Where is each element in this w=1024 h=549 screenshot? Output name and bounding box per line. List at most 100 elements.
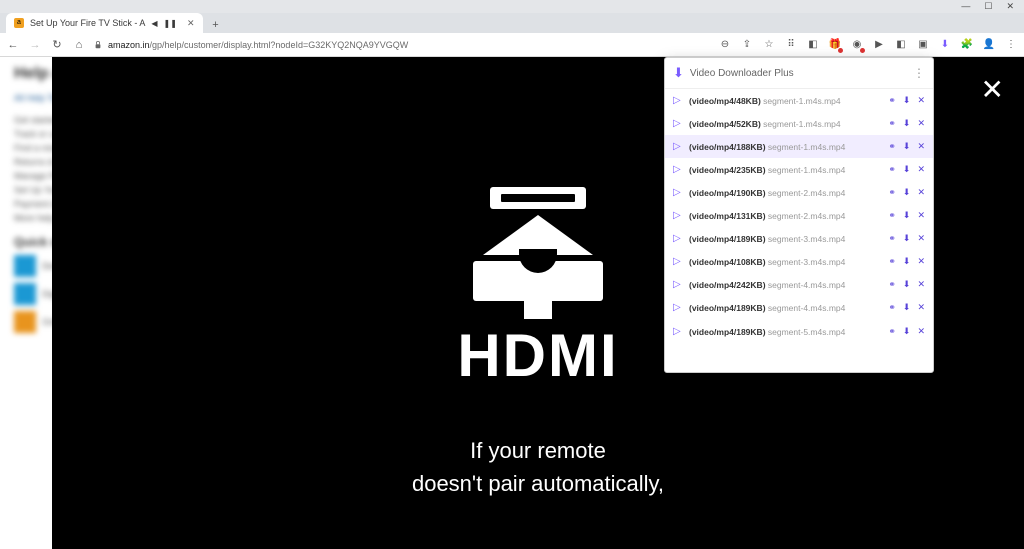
remove-item-button[interactable]: ✕: [917, 118, 925, 129]
remove-item-button[interactable]: ✕: [917, 233, 925, 244]
download-item-info: (video/mp4/189KB) segment-5.m4s.mp4: [689, 327, 882, 337]
zoom-icon[interactable]: ⊖: [718, 38, 732, 52]
play-icon[interactable]: ▷: [673, 256, 683, 267]
download-item-info: (video/mp4/235KB) segment-1.m4s.mp4: [689, 165, 882, 175]
copy-link-button[interactable]: ⚭: [888, 187, 896, 198]
browser-tab[interactable]: a Set Up Your Fire TV Stick - A ◀ ❚❚ ✕: [6, 13, 203, 33]
hdmi-plug-icon: [473, 187, 603, 319]
extensions-icon[interactable]: ⠿: [784, 38, 798, 52]
play-icon[interactable]: ▷: [673, 95, 683, 106]
download-item-info: (video/mp4/189KB) segment-4.m4s.mp4: [689, 303, 882, 313]
forward-button[interactable]: →: [28, 39, 42, 51]
ext-6-icon[interactable]: ▣: [916, 38, 930, 52]
copy-link-button[interactable]: ⚭: [888, 95, 896, 106]
remove-item-button[interactable]: ✕: [917, 279, 925, 290]
download-item[interactable]: ▷ (video/mp4/189KB) segment-4.m4s.mp4 ⚭ ⬇ ✕: [665, 296, 933, 319]
back-button[interactable]: ←: [6, 39, 20, 51]
copy-link-button[interactable]: ⚭: [888, 279, 896, 290]
copy-link-button[interactable]: ⚭: [888, 118, 896, 129]
download-item[interactable]: ▷(video/mp4/188KB) segment-1.m4s.mp4⚭⬇✕: [665, 135, 933, 158]
download-button[interactable]: ⬇: [903, 164, 911, 175]
url-domain: amazon.in: [108, 40, 150, 50]
remove-item-button[interactable]: ✕: [917, 210, 925, 221]
download-button[interactable]: ⬇: [903, 118, 911, 129]
share-icon[interactable]: ⇪: [740, 38, 754, 52]
tab-pause-icon[interactable]: ❚❚: [164, 19, 177, 28]
remove-item-button[interactable]: ✕: [917, 256, 925, 267]
download-button[interactable]: ⬇: [903, 279, 911, 290]
download-button[interactable]: ⬇: [903, 95, 911, 106]
play-icon[interactable]: ▷: [673, 233, 683, 244]
ext-8-icon[interactable]: 🧩: [960, 38, 974, 52]
remove-item-button[interactable]: ✕: [917, 187, 925, 198]
popup-menu-button[interactable]: ⋮: [913, 66, 925, 80]
ext-5-icon[interactable]: ◧: [894, 38, 908, 52]
ext-downloader-icon[interactable]: ⬇: [938, 38, 952, 52]
remove-item-button[interactable]: ✕: [917, 302, 925, 313]
download-button[interactable]: ⬇: [903, 302, 911, 313]
download-item[interactable]: ▷(video/mp4/242KB) segment-4.m4s.mp4⚭⬇✕: [665, 273, 933, 296]
download-item-actions: ⚭ ⬇ ✕: [888, 187, 925, 198]
download-item[interactable]: ▷ (video/mp4/189KB) segment-5.m4s.mp4 ⚭ ⬇ ✕: [665, 319, 933, 343]
remove-item-button[interactable]: ✕: [917, 95, 925, 106]
reload-button[interactable]: ↻: [50, 38, 64, 51]
play-icon[interactable]: ▷: [673, 164, 683, 175]
copy-link-button[interactable]: ⚭: [888, 256, 896, 267]
url-path: /gp/help/customer/display.html?nodeId=G3…: [150, 40, 409, 50]
address-bar[interactable]: amazon.in/gp/help/customer/display.html?…: [94, 40, 710, 50]
copy-link-button[interactable]: ⚭: [888, 326, 896, 337]
bookmark-star-icon[interactable]: ☆: [762, 38, 776, 52]
download-item[interactable]: ▷(video/mp4/189KB) segment-3.m4s.mp4⚭⬇✕: [665, 227, 933, 250]
window-maximize-button[interactable]: ☐: [984, 2, 992, 11]
download-item[interactable]: ▷ (video/mp4/190KB) segment-2.m4s.mp4 ⚭ ⬇ ✕: [665, 181, 933, 204]
download-button[interactable]: ⬇: [903, 187, 911, 198]
copy-link-button[interactable]: ⚭: [888, 302, 896, 313]
tab-close-button[interactable]: ✕: [187, 18, 195, 29]
download-list[interactable]: ▷(video/mp4/48KB) segment-1.m4s.mp4⚭⬇✕▷(…: [665, 89, 933, 372]
download-button[interactable]: ⬇: [903, 326, 911, 337]
window-controls: — ☐ ✕: [961, 0, 1024, 11]
copy-link-button[interactable]: ⚭: [888, 233, 896, 244]
play-icon[interactable]: ▷: [673, 302, 683, 313]
remove-item-button[interactable]: ✕: [917, 141, 925, 152]
download-item[interactable]: ▷(video/mp4/52KB) segment-1.m4s.mp4⚭⬇✕: [665, 112, 933, 135]
download-button[interactable]: ⬇: [903, 233, 911, 244]
ext-1-icon[interactable]: ◧: [806, 38, 820, 52]
window-minimize-button[interactable]: —: [961, 2, 970, 11]
ext-2-icon[interactable]: 🎁: [828, 38, 842, 52]
play-icon[interactable]: ▷: [673, 326, 683, 337]
remove-item-button[interactable]: ✕: [917, 326, 925, 337]
download-button[interactable]: ⬇: [903, 210, 911, 221]
window-close-button[interactable]: ✕: [1006, 2, 1014, 11]
tab-audio-icon[interactable]: ◀: [151, 19, 157, 28]
play-icon[interactable]: ▷: [673, 141, 683, 152]
ext-4-icon[interactable]: ▶: [872, 38, 886, 52]
copy-link-button[interactable]: ⚭: [888, 164, 896, 175]
play-icon[interactable]: ▷: [673, 187, 683, 198]
download-item[interactable]: ▷(video/mp4/131KB) segment-2.m4s.mp4⚭⬇✕: [665, 204, 933, 227]
profile-avatar-icon[interactable]: 👤: [982, 38, 996, 52]
close-video-button[interactable]: ✕: [981, 73, 1004, 106]
copy-link-button[interactable]: ⚭: [888, 141, 896, 152]
ext-3-icon[interactable]: ◉: [850, 38, 864, 52]
download-item[interactable]: ▷ (video/mp4/108KB) segment-3.m4s.mp4 ⚭ ⬇ ✕: [665, 250, 933, 273]
play-icon[interactable]: ▷: [673, 210, 683, 221]
lock-icon: [94, 41, 102, 49]
new-tab-button[interactable]: +: [207, 17, 225, 33]
play-icon[interactable]: ▷: [673, 279, 683, 290]
download-item[interactable]: ▷(video/mp4/48KB) segment-1.m4s.mp4⚭⬇✕: [665, 89, 933, 112]
download-item[interactable]: ▷ (video/mp4/235KB) segment-1.m4s.mp4 ⚭ ⬇ ✕: [665, 158, 933, 181]
download-item-info: (video/mp4/190KB) segment-2.m4s.mp4: [689, 188, 882, 198]
download-item-actions: ⚭ ⬇ ✕: [888, 118, 925, 129]
download-button[interactable]: ⬇: [903, 256, 911, 267]
download-item-actions: ⚭ ⬇ ✕: [888, 326, 925, 337]
browser-menu-icon[interactable]: ⋮: [1004, 38, 1018, 52]
home-button[interactable]: ⌂: [72, 39, 86, 51]
play-icon[interactable]: ▷: [673, 118, 683, 129]
video-caption: If your remote doesn't pair automaticall…: [412, 434, 664, 500]
download-button[interactable]: ⬇: [903, 141, 911, 152]
remove-item-button[interactable]: ✕: [917, 164, 925, 175]
download-item-info: (video/mp4/108KB) segment-3.m4s.mp4: [689, 257, 882, 267]
downloader-logo-icon: ⬇: [673, 65, 684, 81]
copy-link-button[interactable]: ⚭: [888, 210, 896, 221]
